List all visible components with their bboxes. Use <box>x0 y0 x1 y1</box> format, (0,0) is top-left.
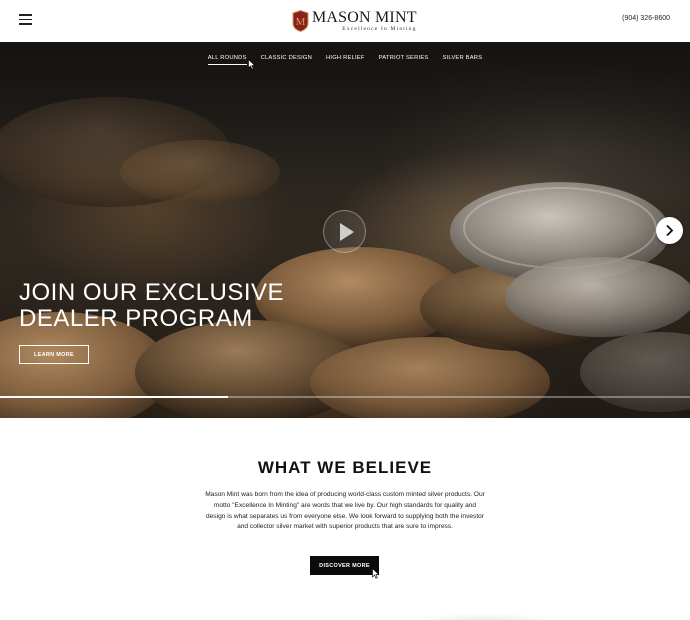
hero-title-line-2: DEALER PROGRAM <box>19 305 253 332</box>
section-body: Mason Mint was born from the idea of pro… <box>205 491 485 531</box>
logo-name: MASON MINT <box>312 8 417 26</box>
hero-title-line-1: JOIN OUR EXCLUSIVE <box>19 279 285 306</box>
play-icon <box>340 223 354 241</box>
nav-patriot-series[interactable]: PATRIOT SERIES <box>379 55 429 65</box>
nav-high-relief[interactable]: HIGH RELIEF <box>326 55 365 65</box>
site-logo[interactable]: M MASON MINT Excellence In Minting <box>292 7 417 35</box>
logo-emblem-letter: M <box>296 16 306 28</box>
mouse-cursor-icon <box>372 568 380 579</box>
mouse-cursor-icon <box>248 59 256 70</box>
phone-number[interactable]: (904) 326-8600 <box>622 15 670 22</box>
section-title: WHAT WE BELIEVE <box>257 458 433 477</box>
site-header: M MASON MINT Excellence In Minting (904)… <box>0 0 690 42</box>
nav-all-rounds[interactable]: ALL ROUNDS <box>207 55 247 65</box>
hero-slider: ALL ROUNDS CLASSIC DESIGN HIGH RELIEF PA… <box>0 42 690 418</box>
slider-next-button[interactable] <box>656 217 683 244</box>
learn-more-button[interactable]: LEARN MORE <box>19 345 89 364</box>
decorative-shadow <box>390 603 580 620</box>
logo-emblem-icon: M <box>292 10 309 32</box>
slide-progress-fill <box>0 396 228 398</box>
hero-category-nav: ALL ROUNDS CLASSIC DESIGN HIGH RELIEF PA… <box>0 55 690 65</box>
discover-more-button[interactable]: DISCOVER MORE <box>310 556 379 575</box>
hero-title: JOIN OUR EXCLUSIVE DEALER PROGRAM <box>19 280 284 332</box>
chevron-right-icon <box>666 224 674 237</box>
nav-classic-design[interactable]: CLASSIC DESIGN <box>261 55 312 65</box>
nav-silver-bars[interactable]: SILVER BARS <box>442 55 482 65</box>
logo-tagline: Excellence In Minting <box>342 25 417 32</box>
play-video-button[interactable] <box>323 210 366 253</box>
hamburger-icon[interactable] <box>19 14 32 25</box>
